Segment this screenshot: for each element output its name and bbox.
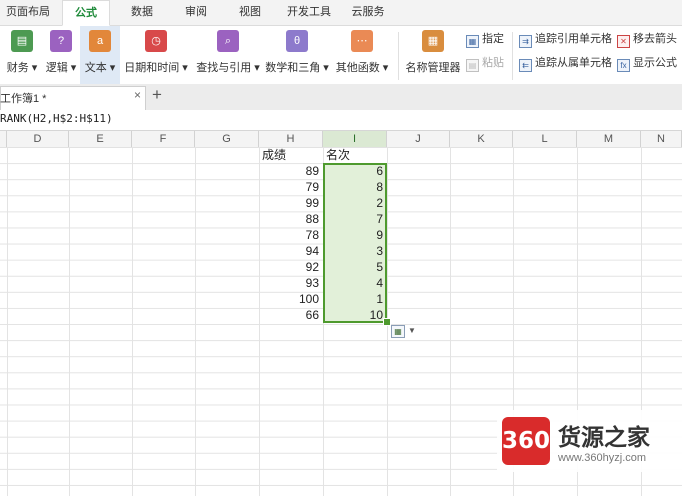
math-label: 数学和三角 bbox=[265, 62, 321, 74]
tab-view[interactable]: 视图 bbox=[226, 0, 274, 25]
text-icon: a bbox=[89, 30, 111, 52]
remove-arrows-icon: ✕ bbox=[617, 35, 630, 48]
tab-review[interactable]: 审阅 bbox=[172, 0, 220, 25]
column-header-i[interactable]: I bbox=[323, 131, 387, 147]
tab-data[interactable]: 数据 bbox=[118, 0, 166, 25]
column-header-n[interactable]: N bbox=[641, 131, 682, 147]
gridline bbox=[450, 147, 451, 496]
lookup-icon: ⌕ bbox=[217, 30, 239, 52]
score-cell[interactable]: 88 bbox=[259, 211, 323, 227]
show-formulas-button[interactable]: fx 显示公式 bbox=[617, 54, 677, 72]
math-button[interactable]: θ 数学和三角 ▾ bbox=[264, 26, 330, 84]
datetime-icon: ◷ bbox=[145, 30, 167, 52]
datetime-label: 日期和时间 bbox=[124, 62, 180, 74]
score-cell[interactable]: 93 bbox=[259, 275, 323, 291]
rank-cell[interactable]: 3 bbox=[323, 243, 387, 259]
new-tab-button[interactable]: + bbox=[152, 85, 162, 105]
rank-cell[interactable]: 4 bbox=[323, 275, 387, 291]
more-functions-label: 其他函数 bbox=[335, 62, 380, 74]
finance-button[interactable]: ▤ 财务 ▾ bbox=[2, 26, 42, 84]
paste-names-icon: ▤ bbox=[466, 59, 479, 72]
trace-precedents-label: 追踪引用单元格 bbox=[535, 33, 612, 45]
trace-precedents-button[interactable]: ⇉ 追踪引用单元格 bbox=[519, 30, 612, 48]
close-icon[interactable]: × bbox=[134, 88, 141, 102]
score-cell[interactable]: 89 bbox=[259, 163, 323, 179]
more-functions-button[interactable]: ⋯ 其他函数 ▾ bbox=[332, 26, 392, 84]
text-label: 文本 bbox=[84, 62, 107, 74]
column-header-l[interactable]: L bbox=[513, 131, 577, 147]
rank-cell[interactable]: 5 bbox=[323, 259, 387, 275]
tab-developer[interactable]: 开发工具 bbox=[280, 0, 338, 25]
document-title: 工作簿1 * bbox=[0, 93, 47, 105]
show-formulas-label: 显示公式 bbox=[633, 57, 677, 69]
watermark-name: 货源之家 bbox=[558, 424, 650, 451]
finance-label: 财务 bbox=[6, 62, 29, 74]
rank-header-cell[interactable]: 名次 bbox=[326, 147, 350, 163]
ribbon-separator bbox=[398, 32, 399, 80]
paste-names-label: 粘贴 bbox=[482, 57, 504, 69]
logic-label: 逻辑 bbox=[45, 62, 68, 74]
lookup-button[interactable]: ⌕ 查找与引用 ▾ bbox=[192, 26, 264, 84]
score-cell[interactable]: 94 bbox=[259, 243, 323, 259]
define-label: 指定 bbox=[482, 33, 504, 45]
column-header-d[interactable]: D bbox=[7, 131, 69, 147]
rank-cell[interactable]: 2 bbox=[323, 195, 387, 211]
score-cell[interactable]: 92 bbox=[259, 259, 323, 275]
rank-cell[interactable]: 6 bbox=[323, 163, 387, 179]
column-header-k[interactable]: K bbox=[450, 131, 513, 147]
rank-cell[interactable]: 10 bbox=[323, 307, 387, 323]
define-button[interactable]: ▦ 指定 bbox=[466, 30, 504, 48]
chevron-down-icon[interactable]: ▼ bbox=[408, 326, 416, 335]
remove-arrows-label: 移去箭头 bbox=[633, 33, 677, 45]
watermark-logo: 360 bbox=[502, 417, 550, 465]
gridline bbox=[69, 147, 70, 496]
score-cell[interactable]: 100 bbox=[259, 291, 323, 307]
watermark-url: www.360hyzj.com bbox=[558, 452, 647, 464]
logic-icon: ? bbox=[50, 30, 72, 52]
text-button[interactable]: a 文本 ▾ bbox=[80, 26, 120, 84]
gridline bbox=[132, 147, 133, 496]
gridline bbox=[195, 147, 196, 496]
column-header-stub[interactable] bbox=[0, 131, 7, 147]
trace-precedents-icon: ⇉ bbox=[519, 35, 532, 48]
name-manager-label: 名称管理器 bbox=[405, 62, 461, 74]
column-header-e[interactable]: E bbox=[69, 131, 132, 147]
score-cell[interactable]: 66 bbox=[259, 307, 323, 323]
trace-dependents-icon: ⇇ bbox=[519, 59, 532, 72]
name-manager-icon: ▦ bbox=[422, 30, 444, 52]
ribbon-separator-2 bbox=[512, 32, 513, 80]
column-header-f[interactable]: F bbox=[132, 131, 195, 147]
rank-cell[interactable]: 1 bbox=[323, 291, 387, 307]
trace-dependents-label: 追踪从属单元格 bbox=[535, 57, 612, 69]
tab-cloud-service[interactable]: 云服务 bbox=[344, 0, 392, 25]
score-cell[interactable]: 78 bbox=[259, 227, 323, 243]
column-header-j[interactable]: J bbox=[387, 131, 450, 147]
rank-cell[interactable]: 8 bbox=[323, 179, 387, 195]
rank-cell[interactable]: 7 bbox=[323, 211, 387, 227]
datetime-button[interactable]: ◷ 日期和时间 ▾ bbox=[120, 26, 192, 84]
tab-formulas[interactable]: 公式 bbox=[62, 0, 110, 26]
tab-page-layout[interactable]: 页面布局 bbox=[0, 0, 56, 25]
logic-button[interactable]: ? 逻辑 ▾ bbox=[42, 26, 80, 84]
column-header-m[interactable]: M bbox=[577, 131, 641, 147]
paste-options-icon[interactable]: ▦ bbox=[391, 325, 405, 338]
name-manager-button[interactable]: ▦ 名称管理器 bbox=[403, 26, 463, 84]
formula-text[interactable]: RANK(H2,H$2:H$11) bbox=[0, 112, 113, 125]
define-icon: ▦ bbox=[466, 35, 479, 48]
math-icon: θ bbox=[286, 30, 308, 52]
finance-icon: ▤ bbox=[11, 30, 33, 52]
remove-arrows-button[interactable]: ✕ 移去箭头 bbox=[617, 30, 677, 48]
more-functions-icon: ⋯ bbox=[351, 30, 373, 52]
score-cell[interactable]: 79 bbox=[259, 179, 323, 195]
score-header-cell[interactable]: 成绩 bbox=[262, 147, 286, 163]
trace-dependents-button[interactable]: ⇇ 追踪从属单元格 bbox=[519, 54, 612, 72]
lookup-label: 查找与引用 bbox=[196, 62, 252, 74]
gridline bbox=[7, 147, 8, 496]
paste-names-button[interactable]: ▤ 粘贴 bbox=[466, 54, 504, 72]
show-formulas-icon: fx bbox=[617, 59, 630, 72]
rank-cell[interactable]: 9 bbox=[323, 227, 387, 243]
column-header-g[interactable]: G bbox=[195, 131, 259, 147]
column-header-h[interactable]: H bbox=[259, 131, 323, 147]
score-cell[interactable]: 99 bbox=[259, 195, 323, 211]
